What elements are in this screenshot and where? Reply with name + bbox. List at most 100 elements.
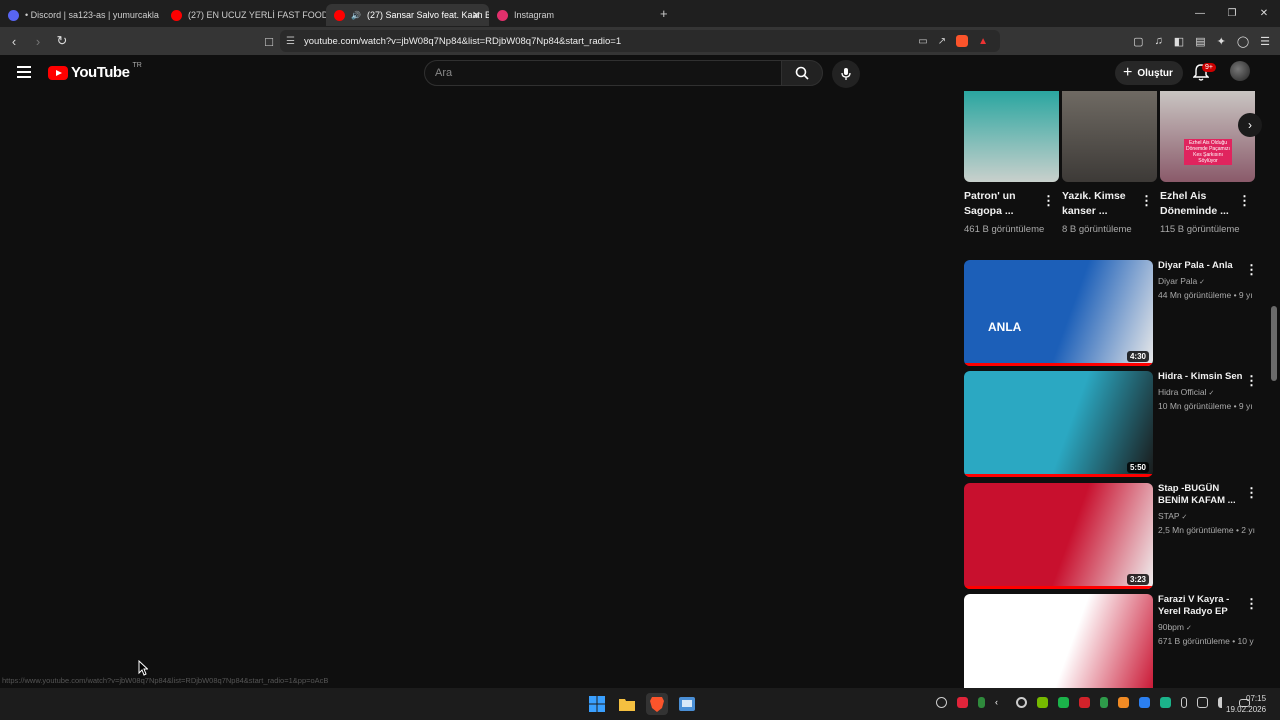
taskbar-clock[interactable]: 07:15 19.02.2026 — [1226, 693, 1266, 715]
search-placeholder: Ara — [435, 67, 453, 79]
url-actions: ▭ ↗ ▲ — [918, 35, 988, 47]
avatar[interactable] — [1230, 61, 1250, 81]
video-thumbnail[interactable]: 5:50 — [964, 371, 1153, 477]
tray-blue-icon[interactable] — [1139, 697, 1150, 708]
shorts-next-button[interactable]: › — [1238, 113, 1262, 137]
short-title[interactable]: Yazık. Kimse kanser ... — [1062, 189, 1140, 219]
video-channel[interactable]: STAP — [1158, 511, 1180, 521]
short-more-icon[interactable]: ⋮ — [1042, 193, 1055, 209]
youtube-logo[interactable]: YouTube TR — [48, 62, 142, 81]
tab-list: • Discord | sa123-as | yumurcakla (27) EN… — [0, 1, 652, 26]
video-more-icon[interactable]: ⋮ — [1245, 596, 1258, 612]
tab-label: (27) EN UCUZ YERLİ FAST FOOD MEN — [188, 10, 326, 20]
video-thumbnail[interactable]: 3:23 — [964, 483, 1153, 589]
wallet-icon[interactable]: ▤ — [1195, 35, 1205, 48]
tray-orange-icon[interactable] — [1118, 697, 1129, 708]
browser-tab[interactable]: Instagram — [489, 4, 652, 26]
short-thumbnail[interactable]: Ezhel Ais Olduğu Dönemde Paçamızı Kes Şa… — [1160, 91, 1255, 182]
video-title[interactable]: Hidra - Kimsin Sen — [1158, 371, 1243, 383]
reload-icon[interactable]: ↻ — [52, 31, 72, 51]
verified-icon: ✓ — [1184, 625, 1192, 632]
voice-search-button[interactable] — [832, 60, 860, 88]
steam-icon[interactable] — [936, 697, 947, 708]
video-thumbnail[interactable] — [964, 594, 1153, 700]
video-channel[interactable]: Hidra Official — [1158, 387, 1207, 397]
minimize-icon[interactable]: — — [1184, 0, 1216, 27]
sidebar-icon[interactable]: ◧ — [1174, 35, 1184, 48]
tray-arrow-icon[interactable]: ‹ — [995, 697, 1006, 708]
url-field[interactable]: ☰ youtube.com/watch?v=jbW08q7Np84&list=R… — [280, 30, 1000, 52]
forward-icon[interactable]: › — [28, 31, 48, 51]
menu-icon[interactable]: ☰ — [1260, 35, 1270, 48]
browser-tab[interactable]: 🔊 (27) Sansar Salvo feat. Kaan B ✕ — [326, 4, 489, 26]
back-icon[interactable]: ‹ — [4, 31, 24, 51]
tray-teal-icon[interactable] — [1160, 697, 1171, 708]
video-item[interactable]: 3:23 Stap -BUGÜN BENİM KAFAM ... STAP ✓ 2,5… — [964, 483, 1264, 589]
brave-shield-icon[interactable] — [956, 35, 969, 47]
short-thumbnail[interactable] — [1062, 91, 1157, 182]
short-thumbnail[interactable] — [964, 91, 1059, 182]
site-info-icon[interactable]: ☰ — [286, 36, 295, 47]
short-card[interactable]: Ezhel Ais Olduğu Dönemde Paçamızı Kes Şa… — [1160, 91, 1255, 236]
shorts-shelf: Patron' un Sagopa ... 461 B görüntüleme ⋮ Y… — [964, 91, 1256, 251]
video-channel[interactable]: 90bpm — [1158, 622, 1184, 632]
tray-gear-icon[interactable] — [1016, 697, 1027, 708]
video-more-icon[interactable]: ⋮ — [1245, 485, 1258, 501]
vpn-icon[interactable]: ◯ — [1237, 35, 1249, 48]
create-button[interactable]: + Oluştur — [1115, 61, 1183, 85]
tray-bottle-icon[interactable] — [1100, 697, 1108, 708]
close-window-icon[interactable]: ✕ — [1248, 0, 1280, 27]
scrollbar-thumb[interactable] — [1271, 306, 1277, 381]
brave-rewards-icon[interactable]: ▲ — [978, 36, 988, 47]
app-icon[interactable] — [676, 693, 698, 715]
brave-browser-icon[interactable] — [646, 693, 668, 715]
video-item[interactable]: Farazi V Kayra - Yerel Radyo EP 90bpm ✓ 67… — [964, 594, 1264, 700]
short-title[interactable]: Ezhel Ais Döneminde ... — [1160, 189, 1238, 219]
video-title[interactable]: Farazi V Kayra - Yerel Radyo EP — [1158, 594, 1243, 618]
windows-start-icon[interactable] — [586, 693, 608, 715]
tray-shield-icon[interactable] — [1079, 697, 1090, 708]
video-item[interactable]: ANLA 4:30 Diyar Pala - Anla Diyar Pala ✓ 44 … — [964, 260, 1264, 366]
short-title[interactable]: Patron' un Sagopa ... — [964, 189, 1042, 219]
short-more-icon[interactable]: ⋮ — [1140, 193, 1153, 209]
video-more-icon[interactable]: ⋮ — [1245, 373, 1258, 389]
tab-close-icon[interactable]: ✕ — [472, 9, 481, 22]
video-info: Hidra - Kimsin Sen Hidra Official ✓ 10 Mn … — [1158, 371, 1253, 411]
plus-icon: + — [1123, 64, 1133, 81]
video-title[interactable]: Diyar Pala - Anla — [1158, 260, 1243, 272]
browser-tab[interactable]: (27) EN UCUZ YERLİ FAST FOOD MEN — [163, 4, 326, 26]
tray-red-icon[interactable] — [957, 697, 968, 708]
browser-tab[interactable]: • Discord | sa123-as | yumurcakla — [0, 4, 163, 26]
short-card[interactable]: Patron' un Sagopa ... 461 B görüntüleme ⋮ — [964, 91, 1059, 236]
video-info: Farazi V Kayra - Yerel Radyo EP 90bpm ✓ 67… — [1158, 594, 1254, 646]
tab-audio-icon[interactable]: 🔊 — [351, 11, 361, 20]
search-input[interactable]: Ara — [424, 60, 782, 86]
tab-favicon-icon — [171, 9, 182, 21]
restore-icon[interactable]: ❐ — [1216, 0, 1248, 27]
video-views: 44 Mn görüntüleme • 9 yı — [1158, 290, 1253, 300]
music-icon[interactable]: ♫ — [1155, 35, 1163, 47]
file-explorer-icon[interactable] — [616, 693, 638, 715]
video-title[interactable]: Stap -BUGÜN BENİM KAFAM ... — [1158, 483, 1243, 507]
video-more-icon[interactable]: ⋮ — [1245, 262, 1258, 278]
new-tab-button[interactable]: + — [660, 6, 668, 21]
share-icon[interactable]: ↗ — [938, 36, 946, 47]
video-thumbnail[interactable]: ANLA 4:30 — [964, 260, 1153, 366]
screenshot-icon[interactable]: ▢ — [1133, 35, 1143, 48]
video-channel[interactable]: Diyar Pala — [1158, 276, 1197, 286]
short-card[interactable]: Yazık. Kimse kanser ... 8 B görüntüleme ⋮ — [1062, 91, 1157, 236]
leo-ai-icon[interactable]: ✦ — [1217, 35, 1226, 48]
search-button[interactable] — [781, 60, 823, 86]
network-icon[interactable] — [1197, 697, 1208, 708]
short-more-icon[interactable]: ⋮ — [1238, 193, 1251, 209]
guide-menu-icon[interactable] — [17, 66, 31, 81]
tab-favicon-icon — [334, 9, 345, 21]
nvidia-icon[interactable] — [1037, 697, 1048, 708]
tray-green-icon[interactable] — [978, 697, 985, 708]
tray-green2-icon[interactable] — [1058, 697, 1069, 708]
microphone-tray-icon[interactable] — [1181, 697, 1187, 708]
bookmark-icon[interactable]: □ — [259, 31, 279, 51]
verified-icon: ✓ — [1197, 279, 1206, 286]
cast-icon[interactable]: ▭ — [918, 36, 927, 47]
video-item[interactable]: 5:50 Hidra - Kimsin Sen Hidra Official ✓ 10… — [964, 371, 1264, 477]
